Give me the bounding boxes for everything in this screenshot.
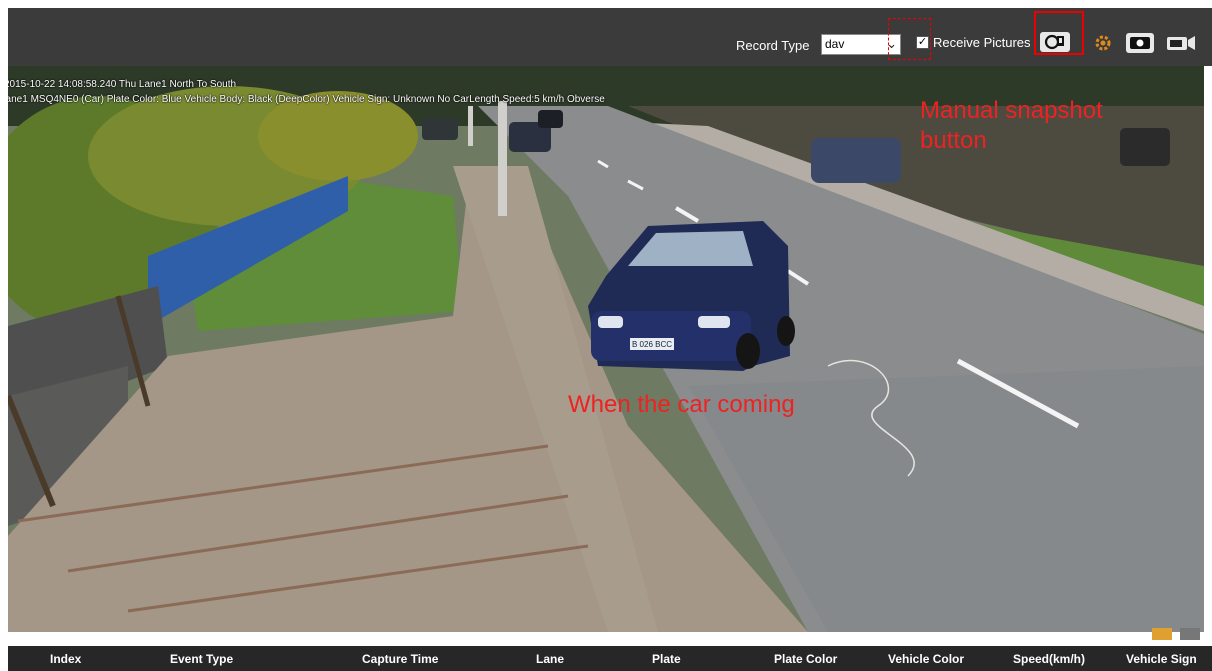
col-event-type[interactable]: Event Type xyxy=(170,652,233,666)
col-plate-color[interactable]: Plate Color xyxy=(774,652,837,666)
col-index[interactable]: Index xyxy=(50,652,81,666)
col-vehicle-sign[interactable]: Vehicle Sign xyxy=(1126,652,1197,666)
video-toolbar: Record Type dav ⌄ ✓ Receive Pictures xyxy=(8,8,1212,66)
snapshot-button[interactable] xyxy=(1126,33,1154,53)
overlay-vehicle-info: Lane1 MSQ4NE0 (Car) Plate Color: Blue Ve… xyxy=(8,94,605,105)
license-plate-text: B 026 BCC xyxy=(632,340,672,349)
live-video-frame[interactable]: B 026 BCC 2015-10-22 14:08:58.240 Thu La… xyxy=(8,66,1204,632)
settings-gear-icon xyxy=(1095,35,1111,51)
snapshot-button-highlight xyxy=(1034,11,1084,55)
annotation-snapshot-line1: Manual snapshot xyxy=(920,97,1103,124)
record-button[interactable] xyxy=(1164,33,1198,53)
event-table-header: Index Event Type Capture Time Lane Plate… xyxy=(8,646,1212,671)
col-lane[interactable]: Lane xyxy=(536,652,564,666)
col-plate[interactable]: Plate xyxy=(652,652,681,666)
col-vehicle-color[interactable]: Vehicle Color xyxy=(888,652,964,666)
annotation-snapshot-line2: button xyxy=(920,127,987,154)
record-camera-icon xyxy=(1167,36,1195,50)
table-grid-icon[interactable] xyxy=(1180,628,1200,640)
annotation-car-coming: When the car coming xyxy=(568,391,795,418)
checkbox-highlight xyxy=(888,18,931,60)
record-type-label: Record Type xyxy=(736,38,810,53)
settings-button[interactable] xyxy=(1092,33,1114,53)
record-type-value: dav xyxy=(825,37,845,51)
col-speed[interactable]: Speed(km/h) xyxy=(1013,652,1085,666)
table-view-icon[interactable] xyxy=(1152,628,1172,640)
overlay-timestamp: 2015-10-22 14:08:58.240 Thu Lane1 North … xyxy=(8,79,237,90)
annotation-snapshot-button: Manual snapshot button xyxy=(920,96,1103,156)
snapshot-camera-icon xyxy=(1130,37,1150,49)
col-capture-time[interactable]: Capture Time xyxy=(362,652,438,666)
receive-pictures-label: Receive Pictures xyxy=(933,35,1031,50)
